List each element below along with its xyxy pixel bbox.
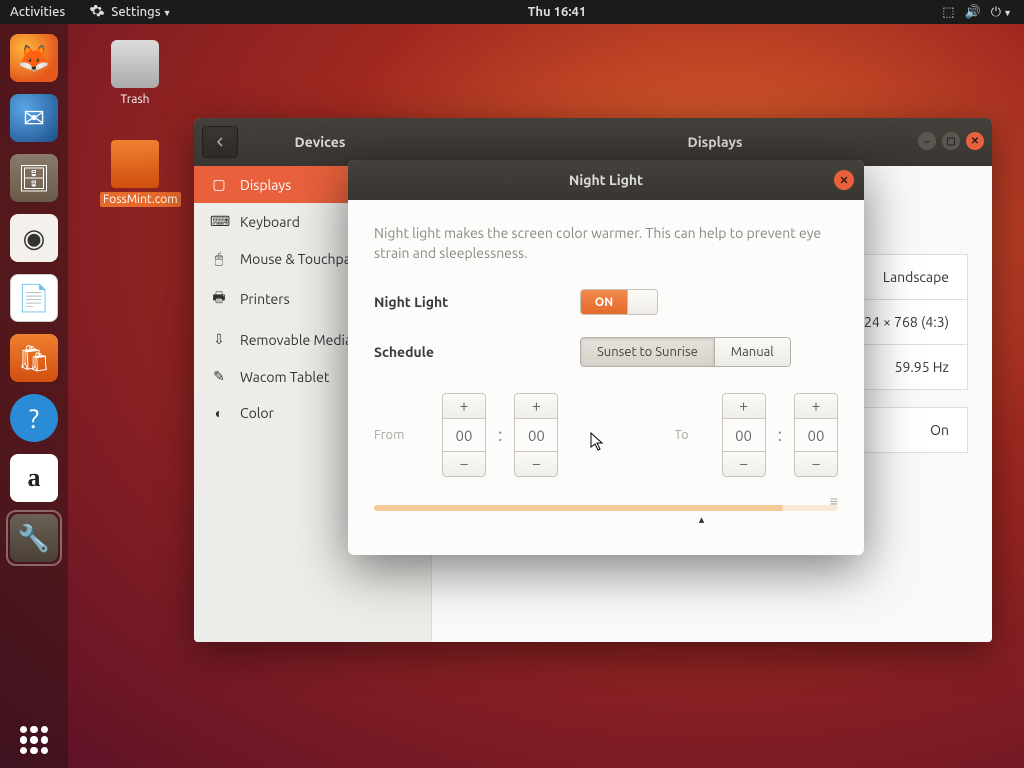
close-button[interactable]: ✕ xyxy=(966,132,984,150)
wacom-tablet-icon: ✎ xyxy=(210,368,228,385)
desktop-icon-trash[interactable]: Trash xyxy=(100,40,170,107)
dialog-close-button[interactable]: ✕ xyxy=(834,170,854,190)
header-page-title: Displays xyxy=(438,134,992,150)
night-light-toggle-label: Night Light xyxy=(374,294,580,310)
dialog-header[interactable]: Night Light ✕ xyxy=(348,160,864,200)
dock-app-files[interactable]: 🗄 xyxy=(10,154,58,202)
trash-icon xyxy=(111,40,159,88)
to-label: To xyxy=(654,428,710,442)
schedule-segmented-control: Sunset to Sunrise Manual xyxy=(580,337,791,367)
spinner-value[interactable]: 00 xyxy=(794,419,838,451)
spinner-decrement[interactable]: − xyxy=(722,451,766,477)
schedule-option-sunset[interactable]: Sunset to Sunrise xyxy=(581,338,714,366)
spinner-decrement[interactable]: − xyxy=(514,451,558,477)
dock-app-software[interactable]: 🛍 xyxy=(10,334,58,382)
time-colon: : xyxy=(778,425,782,445)
desktop-icon-label: FossMint.com xyxy=(100,192,181,207)
timeline-bar xyxy=(374,505,838,511)
spinner-increment[interactable]: + xyxy=(514,393,558,419)
spinner-decrement[interactable]: − xyxy=(442,451,486,477)
displays-icon: ▢ xyxy=(210,176,228,193)
timeline-marker: ▴ xyxy=(699,513,705,526)
toggle-on-label: ON xyxy=(581,290,627,314)
to-minutes-spinner: + 00 − xyxy=(794,393,838,477)
dock-app-amazon[interactable]: a xyxy=(10,454,58,502)
dock-app-rhythmbox[interactable]: ◉ xyxy=(10,214,58,262)
activities-button[interactable]: Activities xyxy=(10,5,65,19)
dock-app-writer[interactable]: 📄 xyxy=(10,274,58,322)
spinner-value[interactable]: 00 xyxy=(514,419,558,451)
color-icon: ◐ xyxy=(210,405,228,421)
night-light-toggle[interactable]: ON xyxy=(580,289,658,315)
back-button[interactable] xyxy=(202,126,238,158)
sidebar-item-label: Keyboard xyxy=(240,214,300,230)
mouse-touchpad-icon: 🖱 xyxy=(210,250,228,267)
removable-media-icon: ⇩ xyxy=(210,331,228,348)
clock[interactable]: Thu 16:41 xyxy=(172,5,943,19)
maximize-button[interactable]: ▢ xyxy=(942,132,960,150)
dock-app-firefox[interactable]: 🦊 xyxy=(10,34,58,82)
from-hours-spinner: + 00 − xyxy=(442,393,486,477)
schedule-option-manual[interactable]: Manual xyxy=(714,338,790,366)
spinner-increment[interactable]: + xyxy=(722,393,766,419)
sidebar-item-label: Wacom Tablet xyxy=(240,369,329,385)
window-header[interactable]: Devices Displays – ▢ ✕ xyxy=(194,118,992,166)
schedule-label: Schedule xyxy=(374,344,580,360)
folder-icon xyxy=(111,140,159,188)
sidebar-item-label: Printers xyxy=(240,291,290,307)
schedule-timeline: ≡ ▴ xyxy=(374,505,838,529)
sleep-icon: ≡ xyxy=(830,493,838,509)
gear-icon xyxy=(89,3,105,22)
from-label: From xyxy=(374,428,430,442)
desktop-icon-folder[interactable]: FossMint.com xyxy=(100,140,170,207)
keyboard-icon: ⌨ xyxy=(210,213,228,230)
dock-app-thunderbird[interactable]: ✉ xyxy=(10,94,58,142)
night-light-dialog: Night Light ✕ Night light makes the scre… xyxy=(348,160,864,555)
show-applications[interactable] xyxy=(20,726,48,754)
sidebar-item-label: Removable Media xyxy=(240,332,352,348)
spinner-value[interactable]: 00 xyxy=(442,419,486,451)
top-bar: Activities Settings▼ Thu 16:41 ⬚ 🔊 ⏻▼ xyxy=(0,0,1024,24)
dock-app-settings[interactable]: 🔧 xyxy=(10,514,58,562)
time-colon: : xyxy=(498,425,502,445)
desktop-icon-label: Trash xyxy=(117,92,152,107)
from-minutes-spinner: + 00 − xyxy=(514,393,558,477)
dock: 🦊 ✉ 🗄 ◉ 📄 🛍 ? a 🔧 xyxy=(0,24,68,768)
spinner-increment[interactable]: + xyxy=(442,393,486,419)
network-icon[interactable]: ⬚ xyxy=(942,5,954,20)
power-icon[interactable]: ⏻▼ xyxy=(991,5,1012,20)
sidebar-item-label: Mouse & Touchpad xyxy=(240,251,359,267)
to-hours-spinner: + 00 − xyxy=(722,393,766,477)
spinner-increment[interactable]: + xyxy=(794,393,838,419)
toggle-knob xyxy=(627,290,657,314)
app-menu[interactable]: Settings▼ xyxy=(111,5,171,19)
volume-icon[interactable]: 🔊 xyxy=(965,5,981,20)
dialog-title: Night Light xyxy=(569,172,643,188)
dock-app-help[interactable]: ? xyxy=(10,394,58,442)
spinner-value[interactable]: 00 xyxy=(722,419,766,451)
dialog-description: Night light makes the screen color warme… xyxy=(374,224,838,263)
sidebar-item-label: Displays xyxy=(240,177,291,193)
minimize-button[interactable]: – xyxy=(918,132,936,150)
printers-icon: 🖶 xyxy=(210,287,228,311)
sidebar-item-label: Color xyxy=(240,405,274,421)
spinner-decrement[interactable]: − xyxy=(794,451,838,477)
